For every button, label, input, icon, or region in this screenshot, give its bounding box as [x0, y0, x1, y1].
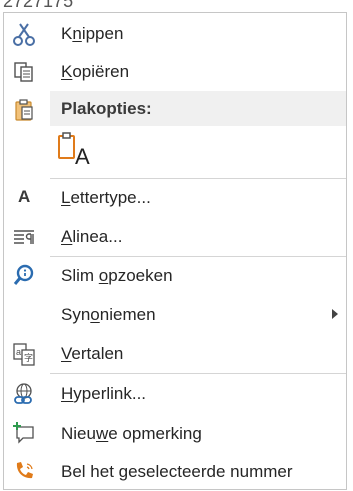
menu-item-paragraph[interactable]: Alinea...	[4, 218, 346, 256]
menu-item-copy[interactable]: Kopiëren	[4, 53, 346, 91]
menu-item-new-comment[interactable]: Nieuwe opmerking	[4, 415, 346, 453]
separator	[50, 373, 346, 374]
smart-lookup-label: Slim opzoeken	[61, 266, 173, 285]
menu-item-synonyms[interactable]: Synoniemen	[4, 296, 346, 334]
paste-keep-text-only-button[interactable]: A	[50, 128, 96, 172]
clipboard-icon	[10, 96, 38, 124]
new-comment-label: Nieuwe opmerking	[61, 424, 202, 443]
copy-label: Kopiëren	[61, 62, 130, 81]
menu-item-hyperlink[interactable]: Hyperlink...	[4, 375, 346, 413]
context-menu: Knippen Kopiëren Plakopties: A A Lettert…	[3, 12, 347, 490]
synonyms-label: Synoniemen	[61, 305, 156, 324]
submenu-arrow-icon	[332, 309, 338, 319]
svg-text:字: 字	[24, 352, 33, 363]
paste-options-label: Plakopties:	[61, 99, 152, 118]
translate-label: Vertalen	[61, 344, 124, 363]
link-icon	[10, 380, 38, 408]
phone-icon	[10, 458, 38, 486]
search-icon	[10, 262, 38, 290]
paragraph-icon	[10, 223, 38, 251]
paragraph-label: Alinea...	[61, 227, 123, 246]
menu-item-font[interactable]: A Lettertype...	[4, 179, 346, 217]
menu-item-cut[interactable]: Knippen	[4, 15, 346, 53]
paste-options-header: Plakopties:	[50, 91, 346, 126]
translate-icon: a 字	[10, 340, 38, 368]
call-label: Bel het geselecteerde nummer	[61, 462, 293, 481]
new-comment-icon	[10, 420, 38, 448]
menu-item-translate[interactable]: a 字 Vertalen	[4, 335, 346, 373]
cut-label: Knippen	[61, 24, 124, 43]
font-label: Lettertype...	[61, 188, 151, 207]
hyperlink-label: Hyperlink...	[61, 384, 147, 403]
font-glyph: A	[18, 187, 31, 206]
menu-item-smart-lookup[interactable]: Slim opzoeken	[4, 257, 346, 295]
paste-letter: A	[75, 144, 90, 169]
document-text: 2727175	[3, 0, 74, 11]
menu-item-call[interactable]: Bel het geselecteerde nummer	[4, 453, 346, 491]
scissors-icon	[10, 20, 38, 48]
copy-icon	[10, 58, 38, 86]
font-icon: A	[10, 184, 38, 212]
svg-text:a: a	[16, 347, 21, 357]
